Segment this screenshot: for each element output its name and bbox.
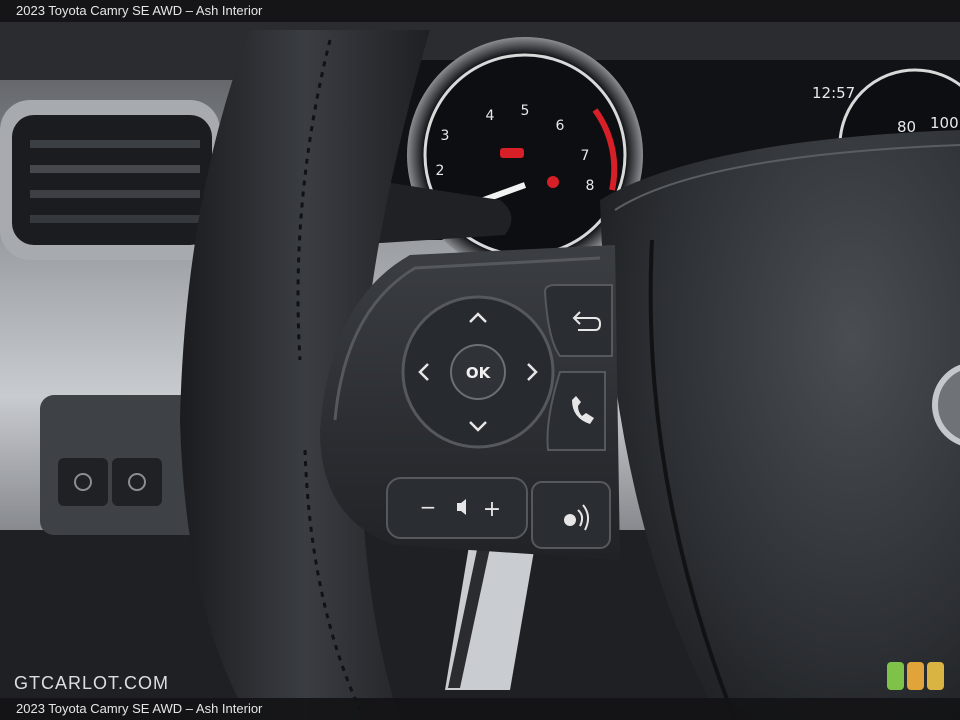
voice-command-icon [564,514,576,526]
cluster-clock: 12:57 [812,84,855,102]
badge-green [887,662,904,690]
ok-button-label: OK [466,364,492,382]
volume-up-button[interactable]: + [483,497,501,522]
speed-label: 100 [930,114,959,132]
rating-badges [887,662,944,690]
tach-label: 3 [441,128,450,144]
phone-button[interactable] [546,371,606,451]
caption-bottom: 2023 Toyota Camry SE AWD – Ash Interior [0,698,960,720]
ok-button[interactable]: OK [450,344,506,400]
badge-yellow [927,662,944,690]
air-vent [0,100,220,260]
tach-label: 8 [586,178,595,194]
tach-label: 7 [581,148,590,164]
tach-label: 5 [521,103,530,119]
badge-orange [907,662,924,690]
volume-down-button[interactable]: − [420,495,437,519]
watermark-logo: GTCARLOT.COM [14,673,170,693]
caption-top: 2023 Toyota Camry SE AWD – Ash Interior [0,0,960,22]
tach-label: 6 [556,118,565,134]
tach-label: 2 [436,163,445,179]
steering-wheel-photo: 2 3 4 5 6 7 8 12:57 80 100 OK − + [0,0,960,720]
tach-label: 4 [486,108,495,124]
back-button[interactable] [543,284,613,357]
voice-command-button[interactable] [531,481,611,549]
volume-rocker[interactable]: − + [386,477,528,539]
